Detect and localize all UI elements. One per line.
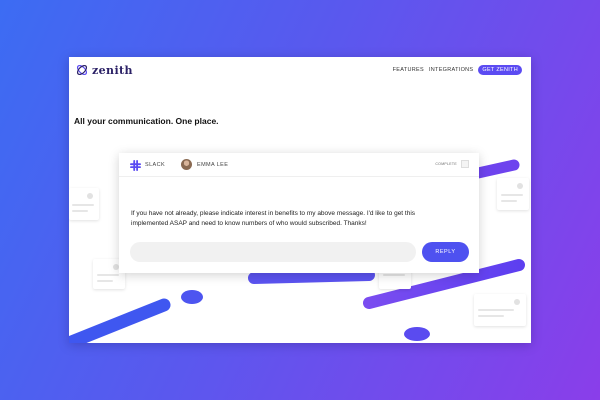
complete-checkbox[interactable] [461,160,469,168]
hero-headline: All your communication. One place. [74,116,219,126]
message-body: If you have not already, please indicate… [131,210,416,227]
avatar [181,159,192,170]
background-card [497,178,529,210]
reply-button[interactable]: REPLY [422,242,469,262]
complete-label: COMPLETE [435,162,457,166]
source-label: SLACK [145,162,166,168]
app-window: zenith FEATURES INTEGRATIONS GET ZENITH … [69,57,531,343]
main-nav: FEATURES INTEGRATIONS GET ZENITH [393,65,522,75]
nav-link-integrations[interactable]: INTEGRATIONS [429,67,473,73]
top-navigation-bar: zenith FEATURES INTEGRATIONS GET ZENITH [69,57,531,85]
message-card-header: SLACK EMMA LEE COMPLETE [119,153,479,177]
background-card [474,294,526,326]
reply-input[interactable] [130,242,416,262]
get-zenith-button[interactable]: GET ZENITH [478,65,522,75]
message-card: SLACK EMMA LEE COMPLETE If you have not … [119,153,479,273]
slack-icon [130,160,141,171]
brand-name: zenith [92,63,133,77]
sender-name: EMMA LEE [197,162,229,168]
brand-logo[interactable]: zenith [75,63,133,77]
nav-link-features[interactable]: FEATURES [393,67,424,73]
zenith-logo-icon [76,64,88,76]
background-card [69,188,99,220]
